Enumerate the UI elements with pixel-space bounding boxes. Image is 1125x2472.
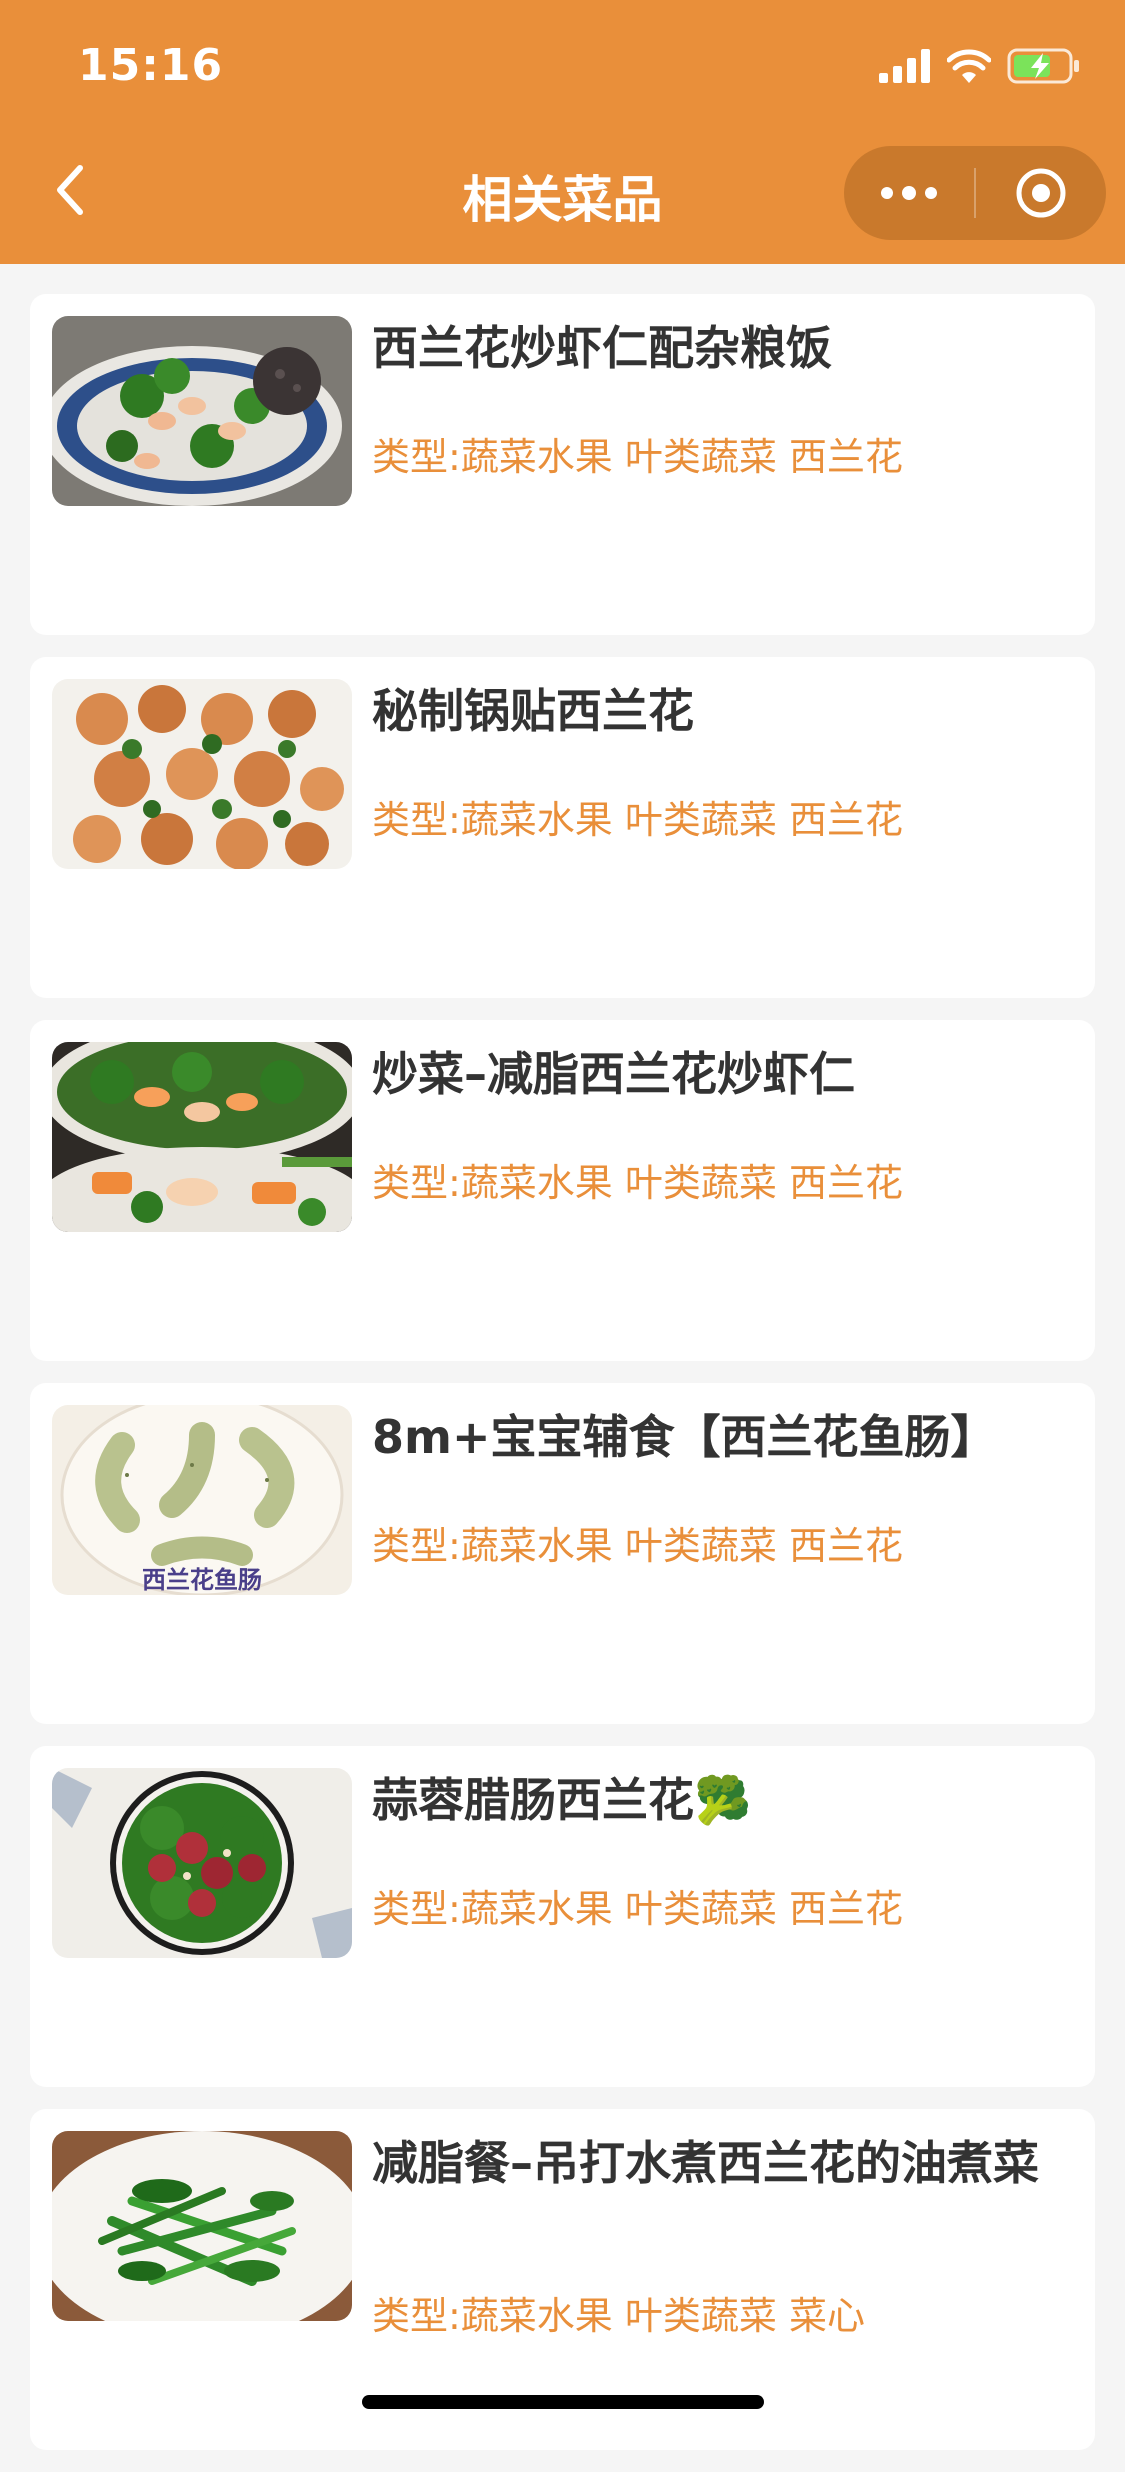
app-header: 15:16 相关菜品 <box>0 0 1125 264</box>
dish-type: 类型:蔬菜水果 叶类蔬菜 西兰花 <box>372 1524 903 1568</box>
dish-name: 炒菜–减脂西兰花炒虾仁 <box>372 1047 855 1101</box>
dish-card[interactable]: 炒菜–减脂西兰花炒虾仁 类型:蔬菜水果 叶类蔬菜 西兰花 <box>30 1020 1095 1361</box>
signal-icon <box>879 49 931 87</box>
dish-card[interactable]: 西兰花鱼肠 8m+宝宝辅食【西兰花鱼肠】 类型:蔬菜水果 叶类蔬菜 西兰花 <box>30 1383 1095 1724</box>
dish-name: 秘制锅贴西兰花 <box>372 684 694 738</box>
dish-name: 减脂餐–吊打水煮西兰花的油煮菜 <box>372 2136 1039 2190</box>
battery-icon <box>1007 48 1081 88</box>
dish-image <box>52 2131 352 2321</box>
more-icon <box>881 186 937 200</box>
dish-image-caption: 西兰花鱼肠 <box>142 1566 262 1594</box>
close-mini-program-button[interactable] <box>976 146 1106 240</box>
dish-type: 类型:蔬菜水果 叶类蔬菜 菜心 <box>372 2294 865 2338</box>
dish-image <box>52 679 352 869</box>
dish-card[interactable]: 秘制锅贴西兰花 类型:蔬菜水果 叶类蔬菜 西兰花 <box>30 657 1095 998</box>
dish-type: 类型:蔬菜水果 叶类蔬菜 西兰花 <box>372 1161 903 1205</box>
wifi-icon <box>946 49 992 87</box>
dish-list: 西兰花炒虾仁配杂粮饭 类型:蔬菜水果 叶类蔬菜 西兰花 秘制锅贴西兰花 类型:蔬… <box>30 294 1095 2472</box>
target-icon <box>1016 168 1066 218</box>
dish-image: 西兰花鱼肠 <box>52 1405 352 1595</box>
dish-card[interactable]: 蒜蓉腊肠西兰花🥦 类型:蔬菜水果 叶类蔬菜 西兰花 <box>30 1746 1095 2087</box>
dish-image <box>52 316 352 506</box>
dish-type: 类型:蔬菜水果 叶类蔬菜 西兰花 <box>372 435 903 479</box>
more-button[interactable] <box>844 146 974 240</box>
dish-image <box>52 1768 352 1958</box>
dish-name: 西兰花炒虾仁配杂粮饭 <box>372 321 832 375</box>
status-time: 15:16 <box>78 40 224 91</box>
mini-program-capsule <box>844 146 1106 240</box>
dish-name: 蒜蓉腊肠西兰花🥦 <box>372 1773 752 1827</box>
dish-type: 类型:蔬菜水果 叶类蔬菜 西兰花 <box>372 1887 903 1931</box>
home-indicator[interactable] <box>362 2395 764 2409</box>
dish-type: 类型:蔬菜水果 叶类蔬菜 西兰花 <box>372 798 903 842</box>
dish-name: 8m+宝宝辅食【西兰花鱼肠】 <box>372 1410 997 1464</box>
dish-image <box>52 1042 352 1232</box>
dish-card[interactable]: 西兰花炒虾仁配杂粮饭 类型:蔬菜水果 叶类蔬菜 西兰花 <box>30 294 1095 635</box>
status-icons <box>879 48 1081 88</box>
